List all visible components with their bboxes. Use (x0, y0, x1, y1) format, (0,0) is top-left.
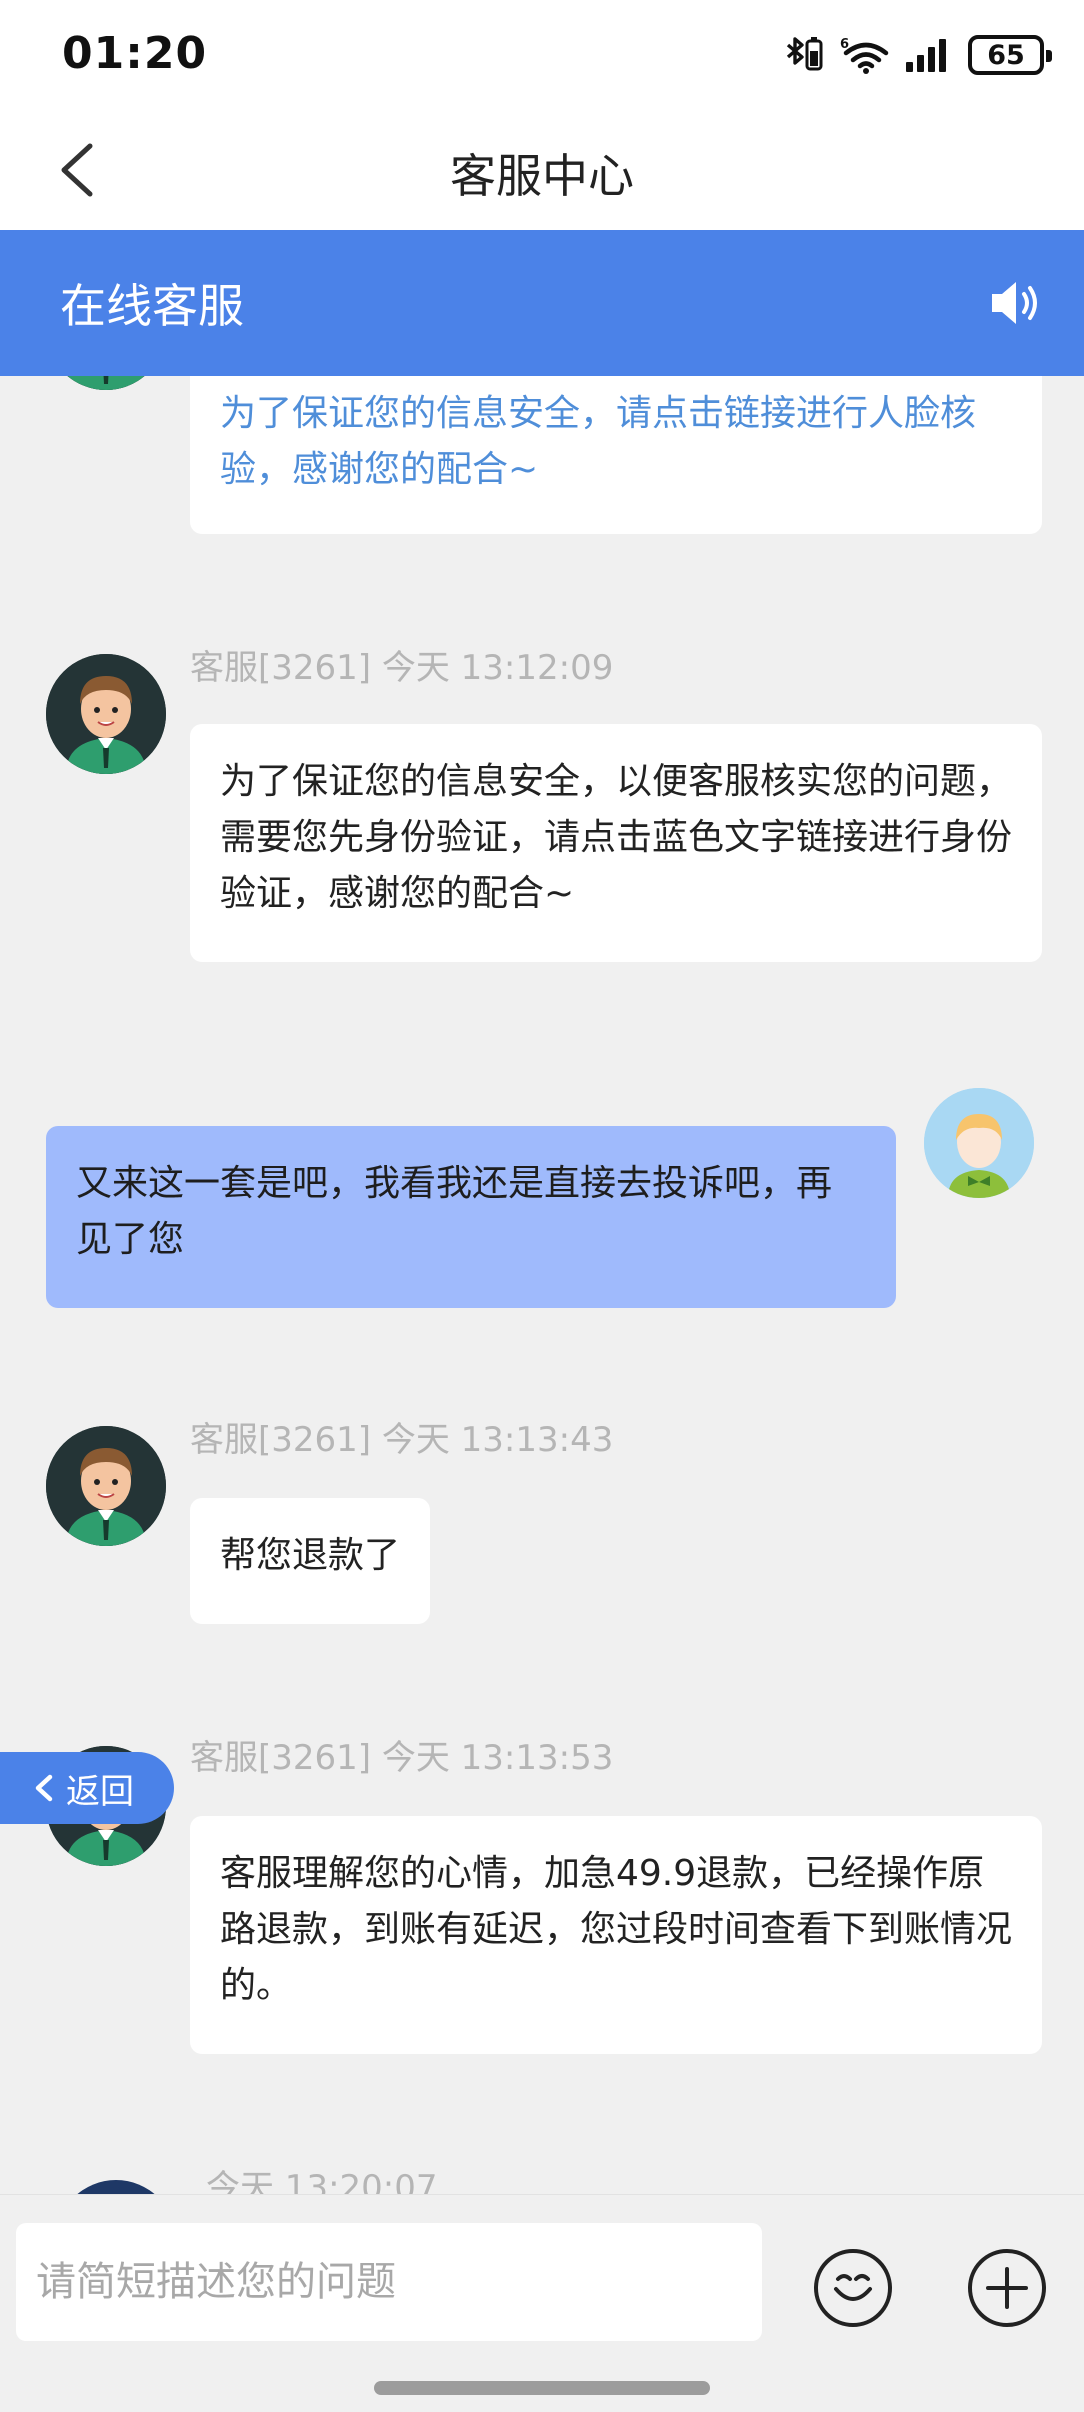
online-service-header: 在线客服 (0, 230, 1084, 376)
chat-area[interactable]: 为了保证您的信息安全，请点击链接进行人脸核验，感谢您的配合~ 客服[3261] … (0, 376, 1084, 2194)
chat-bubble-agent[interactable]: 为了保证您的信息安全，以便客服核实您的问题，需要您先身份验证，请点击蓝色文字链接… (190, 724, 1042, 962)
emoji-icon[interactable] (812, 2247, 894, 2329)
floating-back-label: 返回 (66, 1771, 134, 1812)
screen: 01:20 6 65 客服中心 为了保证您的信息安全，请点击链接进行人脸核验，感… (0, 0, 1084, 2412)
message-meta: 客服[3261] 今天 13:12:09 (190, 648, 614, 688)
battery-level: 65 (987, 39, 1025, 71)
status-bar: 01:20 6 65 (0, 0, 1084, 110)
page-title: 客服中心 (450, 149, 634, 203)
user-avatar (924, 1088, 1034, 1198)
message-meta: 今天 13:20:07 (206, 2168, 438, 2194)
chevron-left-icon (35, 1774, 53, 1802)
input-bar (0, 2194, 1084, 2342)
floating-back-button[interactable]: 返回 (0, 1752, 174, 1824)
status-icons: 6 65 (780, 30, 1052, 80)
chat-bubble-agent[interactable]: 客服理解您的心情，加急49.9退款，已经操作原路退款，到账有延迟，您过段时间查看… (190, 1816, 1042, 2054)
agent-avatar (56, 2180, 176, 2194)
bluetooth-icon (786, 37, 823, 71)
home-indicator[interactable] (374, 2381, 710, 2395)
chat-bubble-agent[interactable]: 为了保证您的信息安全，请点击链接进行人脸核验，感谢您的配合~ (190, 376, 1042, 534)
wifi-icon: 6 (840, 37, 889, 74)
message-meta: 客服[3261] 今天 13:13:53 (190, 1738, 614, 1778)
message-meta: 客服[3261] 今天 13:13:43 (190, 1420, 614, 1460)
chat-bubble-agent[interactable]: 帮您退款了 (190, 1498, 431, 1624)
signal-icon (906, 39, 946, 72)
agent-avatar (46, 1426, 166, 1546)
message-input[interactable] (16, 2223, 762, 2341)
title-bar: 客服中心 (0, 110, 1084, 230)
plus-icon[interactable] (966, 2247, 1048, 2329)
service-title: 在线客服 (60, 279, 244, 333)
speaker-icon[interactable] (984, 276, 1044, 330)
agent-avatar (46, 376, 166, 390)
status-time: 01:20 (62, 28, 208, 79)
agent-avatar (46, 654, 166, 774)
gesture-area (0, 2342, 1084, 2412)
chat-bubble-user[interactable]: 又来这一套是吧，我看我还是直接去投诉吧，再见了您 (46, 1126, 896, 1308)
battery-icon: 65 (968, 35, 1052, 75)
